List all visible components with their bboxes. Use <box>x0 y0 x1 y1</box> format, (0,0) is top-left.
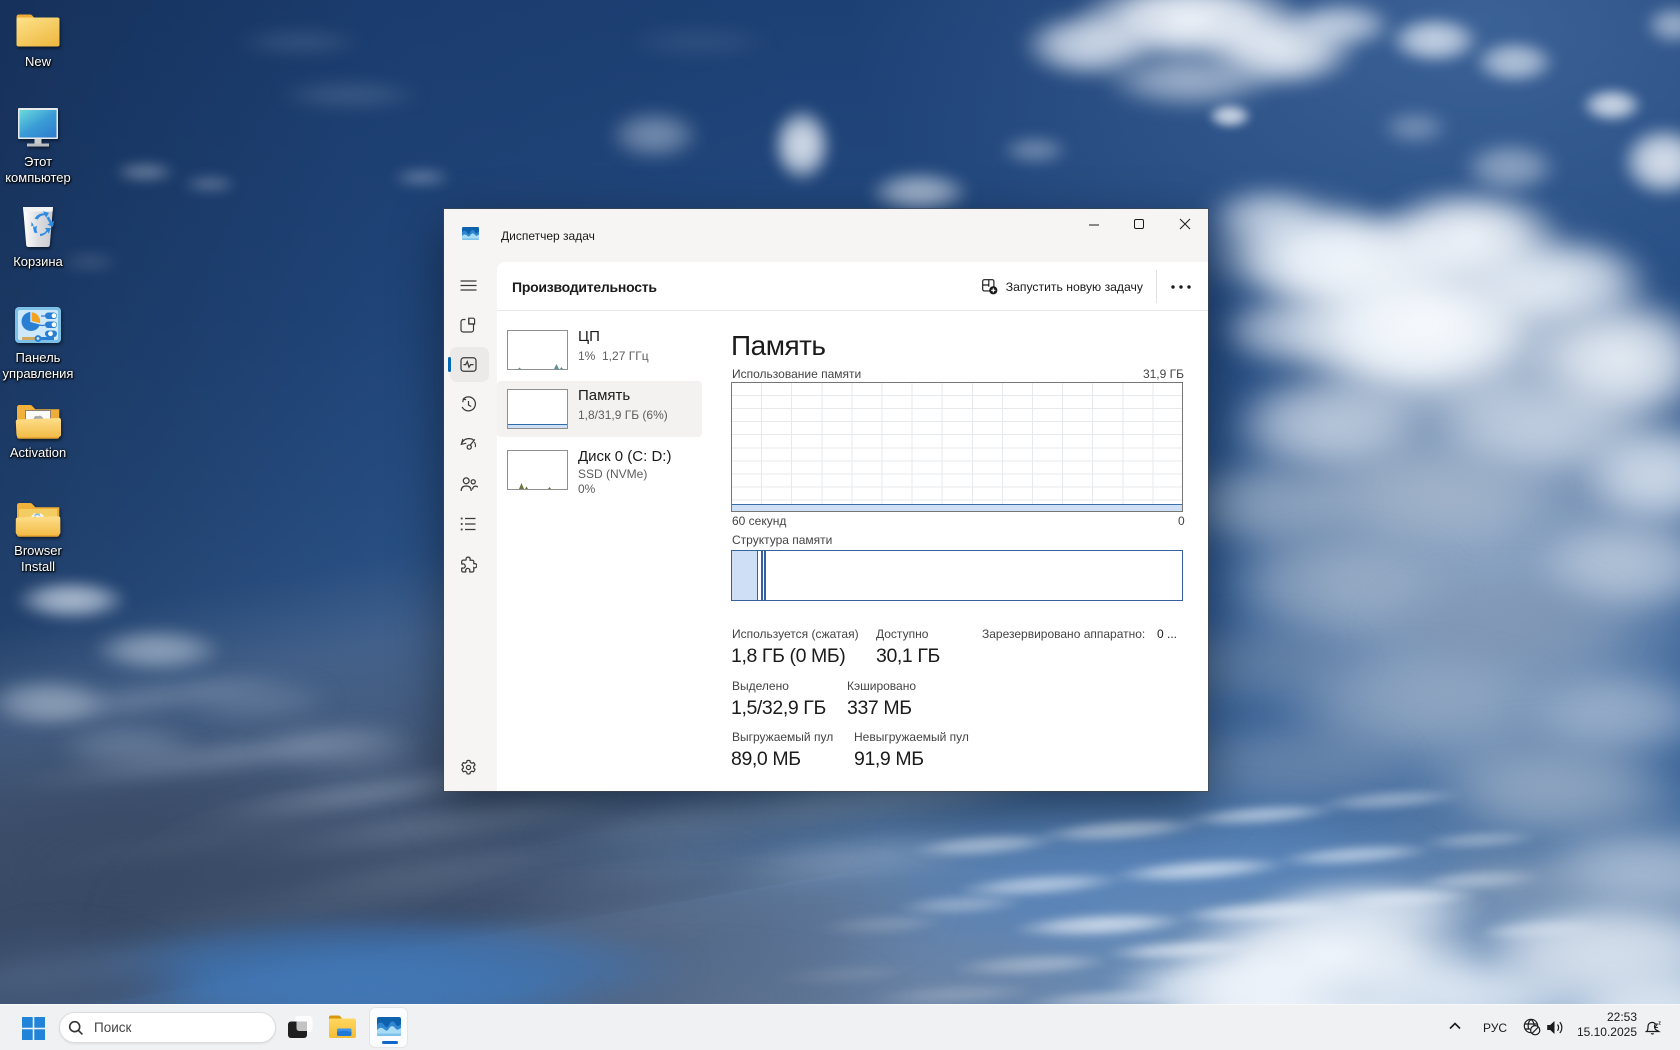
svg-text:z: z <box>1658 1021 1661 1027</box>
